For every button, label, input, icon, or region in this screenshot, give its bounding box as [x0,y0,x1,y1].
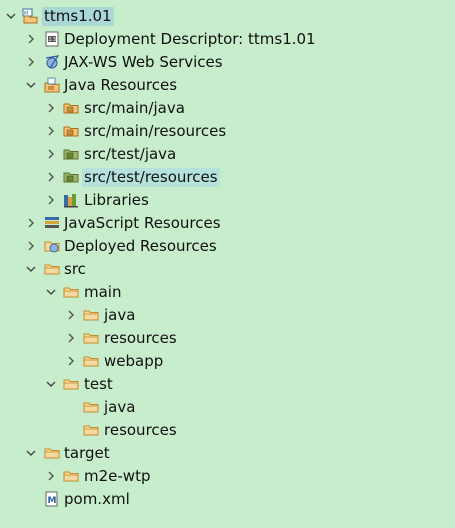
libraries-icon [63,192,79,208]
chevron-right-icon[interactable] [64,308,78,322]
tree-item-src[interactable]: src [0,258,455,281]
tree-item-test-resources[interactable]: resources [0,419,455,442]
folder-icon [63,376,79,392]
webapp-label: webapp [104,352,164,370]
tree-item-main-java[interactable]: java [0,304,455,327]
tree-item-main[interactable]: main [0,281,455,304]
chevron-down-icon[interactable] [4,9,18,23]
chevron-down-icon[interactable] [24,446,38,460]
tree-item-javascript-resources[interactable]: JavaScript Resources [0,212,455,235]
tree-item-main-resources[interactable]: resources [0,327,455,350]
tree-item-src-test-java[interactable]: src/test/java [0,143,455,166]
target-label: target [64,444,110,462]
tree-item-target[interactable]: target [0,442,455,465]
chevron-right-icon[interactable] [64,331,78,345]
folder-icon [83,399,99,415]
tree-item-project[interactable]: M ttms1.01 [0,5,455,28]
source-folder-icon [63,123,79,139]
tree-item-webapp[interactable]: webapp [0,350,455,373]
tree-item-deployment-descriptor[interactable]: 2.5 Deployment Descriptor: ttms1.01 [0,28,455,51]
project-label: ttms1.01 [42,7,114,26]
test-resources-label: resources [104,421,177,439]
deployment-descriptor-icon: 2.5 [44,31,60,47]
tree-item-pom[interactable]: M pom.xml [0,488,455,511]
chevron-right-icon[interactable] [44,170,58,184]
src-label: src [64,260,86,278]
tree-item-libraries[interactable]: Libraries [0,189,455,212]
main-java-label: java [104,306,136,324]
chevron-right-icon[interactable] [44,124,58,138]
chevron-right-icon[interactable] [24,32,38,46]
tree-item-jaxws[interactable]: JAX-WS Web Services [0,51,455,74]
maven-pom-icon: M [44,491,60,507]
source-folder-icon [63,100,79,116]
src-test-resources-label: src/test/resources [82,168,220,187]
chevron-right-icon[interactable] [44,193,58,207]
chevron-down-icon[interactable] [24,78,38,92]
tree-item-src-main-resources[interactable]: src/main/resources [0,120,455,143]
test-java-label: java [104,398,136,416]
tree-item-test-java[interactable]: java [0,396,455,419]
jaxws-label: JAX-WS Web Services [64,53,223,71]
chevron-right-icon[interactable] [44,101,58,115]
java-resources-label: Java Resources [64,76,178,94]
chevron-down-icon[interactable] [44,285,58,299]
folder-icon [63,468,79,484]
main-resources-label: resources [104,329,177,347]
test-source-folder-icon [63,146,79,162]
chevron-down-icon[interactable] [44,377,58,391]
folder-icon [83,353,99,369]
folder-icon [63,284,79,300]
deployment-descriptor-label: Deployment Descriptor: ttms1.01 [64,30,316,48]
src-main-java-label: src/main/java [84,99,185,117]
tree-item-src-test-resources[interactable]: src/test/resources [0,166,455,189]
chevron-down-icon[interactable] [24,262,38,276]
folder-icon [44,445,60,461]
test-source-folder-icon [63,169,79,185]
svg-text:2.5: 2.5 [49,37,57,43]
test-label: test [84,375,113,393]
tree-item-java-resources[interactable]: Java Resources [0,74,455,97]
folder-icon [83,307,99,323]
libraries-label: Libraries [84,191,149,209]
chevron-right-icon[interactable] [44,469,58,483]
folder-icon [83,422,99,438]
tree-item-src-main-java[interactable]: src/main/java [0,97,455,120]
src-main-resources-label: src/main/resources [84,122,227,140]
folder-icon [44,261,60,277]
deployed-resources-label: Deployed Resources [64,237,217,255]
src-test-java-label: src/test/java [84,145,177,163]
deployed-resources-icon [44,238,60,254]
folder-icon [83,330,99,346]
pom-label: pom.xml [64,490,130,508]
tree-item-test[interactable]: test [0,373,455,396]
chevron-right-icon[interactable] [24,239,38,253]
chevron-right-icon[interactable] [24,216,38,230]
svg-text:M: M [48,496,57,506]
java-resources-icon [44,77,60,93]
m2e-wtp-label: m2e-wtp [84,467,151,485]
javascript-resources-label: JavaScript Resources [64,214,221,232]
main-label: main [84,283,122,301]
chevron-right-icon[interactable] [24,55,38,69]
chevron-right-icon[interactable] [44,147,58,161]
web-project-icon: M [22,8,38,24]
chevron-right-icon[interactable] [64,354,78,368]
tree-item-m2e-wtp[interactable]: m2e-wtp [0,465,455,488]
web-services-icon [44,54,60,70]
tree-item-deployed-resources[interactable]: Deployed Resources [0,235,455,258]
javascript-resources-icon [44,215,60,231]
